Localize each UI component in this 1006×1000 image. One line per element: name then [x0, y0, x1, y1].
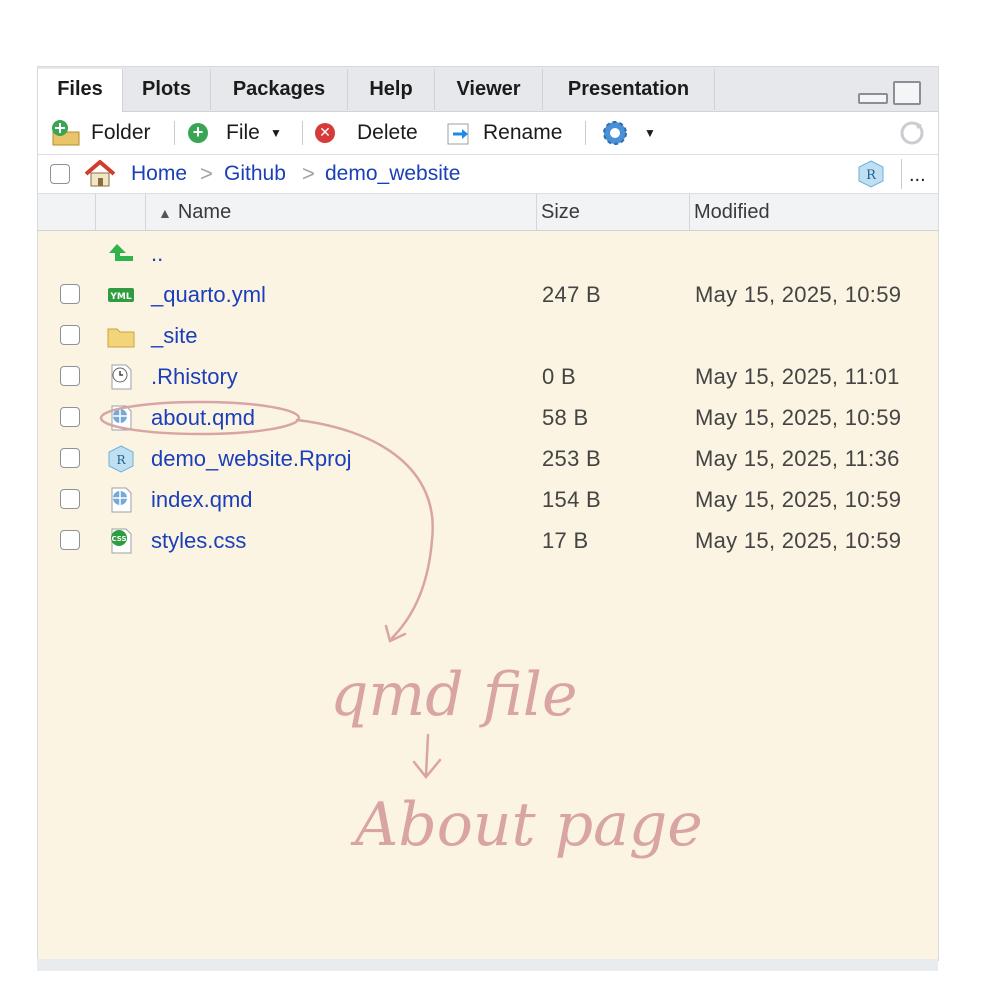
annotation-text-about-page: About page [355, 790, 703, 860]
file-modified: May 15, 2025, 11:36 [695, 446, 900, 471]
pane-status-strip [37, 959, 938, 971]
project-icon[interactable]: R [856, 159, 886, 189]
gear-icon [603, 121, 627, 145]
sort-ascending-icon: ▲ [158, 205, 172, 221]
breadcrumb-separator: > [302, 161, 315, 186]
row-checkbox[interactable] [60, 448, 80, 468]
rproj-file-icon: R [108, 445, 134, 473]
icon-column-header [95, 194, 145, 230]
name-column-header[interactable]: ▲ Name [145, 194, 536, 230]
list-item[interactable]: CSS styles.css 17 B May 15, 2025, 10:59 [38, 520, 938, 561]
up-arrow-icon [109, 244, 133, 261]
tab-packages[interactable]: Packages [211, 69, 348, 110]
list-item[interactable]: R demo_website.Rproj 253 B May 15, 2025,… [38, 438, 938, 479]
toolbar-separator [585, 121, 586, 145]
tab-files[interactable]: Files [38, 69, 123, 112]
file-name[interactable]: .Rhistory [151, 356, 238, 397]
file-modified: May 15, 2025, 10:59 [695, 528, 902, 553]
row-checkbox[interactable] [60, 530, 80, 550]
maximize-pane-button[interactable] [893, 81, 921, 105]
chevron-down-icon: ▼ [270, 126, 282, 140]
more-button[interactable]: ... [909, 155, 926, 193]
toolbar-separator [302, 121, 303, 145]
rename-label: Rename [483, 121, 563, 144]
annotation-text-qmd-file: qmd file [330, 660, 578, 730]
file-modified: May 15, 2025, 11:01 [695, 364, 900, 389]
row-checkbox[interactable] [60, 325, 80, 345]
list-item[interactable]: _site [38, 315, 938, 356]
file-size: 154 B [542, 487, 601, 512]
quarto-file-icon [111, 405, 132, 431]
new-folder-label: Folder [91, 121, 151, 144]
svg-text:R: R [116, 453, 126, 467]
breadcrumb-current[interactable]: demo_website [325, 155, 460, 193]
refresh-icon[interactable] [898, 119, 926, 147]
tab-plots[interactable]: Plots [123, 69, 211, 110]
row-checkbox[interactable] [60, 366, 80, 386]
tab-viewer[interactable]: Viewer [435, 69, 543, 110]
new-file-label: File [226, 121, 260, 144]
history-file-icon [111, 364, 132, 390]
quarto-file-icon [111, 487, 132, 513]
breadcrumb-github[interactable]: Github [224, 155, 286, 193]
css-file-icon: CSS [111, 528, 132, 554]
breadcrumb-separator: > [200, 161, 213, 186]
column-header: ▲ Name Size Modified [38, 194, 938, 231]
row-checkbox[interactable] [60, 489, 80, 509]
chevron-down-icon: ▼ [644, 126, 656, 140]
home-icon[interactable] [83, 159, 117, 189]
list-item[interactable]: YML _quarto.yml 247 B May 15, 2025, 10:5… [38, 274, 938, 315]
file-modified: May 15, 2025, 10:59 [695, 487, 902, 512]
file-size: 247 B [542, 282, 601, 307]
delete-label: Delete [357, 121, 418, 144]
file-name[interactable]: styles.css [151, 520, 246, 561]
plus-icon: + [188, 123, 208, 143]
file-name[interactable]: demo_website.Rproj [151, 438, 352, 479]
breadcrumb-home[interactable]: Home [131, 155, 187, 193]
tab-bar: Files Plots Packages Help Viewer Present… [38, 67, 938, 112]
file-modified: May 15, 2025, 10:59 [695, 405, 902, 430]
file-size: 0 B [542, 364, 576, 389]
file-name[interactable]: index.qmd [151, 479, 253, 520]
file-name[interactable]: .. [151, 233, 163, 274]
file-name[interactable]: _quarto.yml [151, 274, 266, 315]
list-item[interactable]: .Rhistory 0 B May 15, 2025, 11:01 [38, 356, 938, 397]
file-size: 17 B [542, 528, 589, 553]
file-size: 58 B [542, 405, 589, 430]
file-size: 253 B [542, 446, 601, 471]
list-item[interactable]: index.qmd 154 B May 15, 2025, 10:59 [38, 479, 938, 520]
new-folder-icon [52, 120, 80, 146]
size-column-header[interactable]: Size [536, 194, 689, 230]
svg-text:R: R [866, 168, 877, 183]
row-checkbox[interactable] [60, 284, 80, 304]
minimize-pane-button[interactable] [858, 93, 888, 104]
tab-presentation[interactable]: Presentation [543, 69, 715, 110]
rename-icon [447, 123, 469, 145]
row-checkbox[interactable] [60, 407, 80, 427]
list-item[interactable]: about.qmd 58 B May 15, 2025, 10:59 [38, 397, 938, 438]
svg-text:YML: YML [109, 292, 131, 302]
modified-column-header[interactable]: Modified [689, 194, 938, 230]
select-all-checkbox[interactable] [50, 164, 70, 184]
svg-text:CSS: CSS [111, 535, 126, 543]
yml-file-icon: YML [108, 288, 134, 302]
file-modified: May 15, 2025, 10:59 [695, 282, 902, 307]
toolbar-separator [174, 121, 175, 145]
breadcrumb: Home > Github > demo_website R ... [38, 155, 938, 194]
files-toolbar: Folder + File ▼ ✕ Delete Rename ▼ [38, 112, 938, 155]
toolbar-separator [901, 159, 902, 189]
file-name[interactable]: about.qmd [151, 397, 255, 438]
list-item[interactable]: .. [38, 233, 938, 274]
file-name[interactable]: _site [151, 315, 197, 356]
delete-icon: ✕ [315, 123, 335, 143]
tab-help[interactable]: Help [348, 69, 435, 110]
name-column-label: Name [177, 201, 232, 223]
folder-icon [107, 328, 135, 348]
